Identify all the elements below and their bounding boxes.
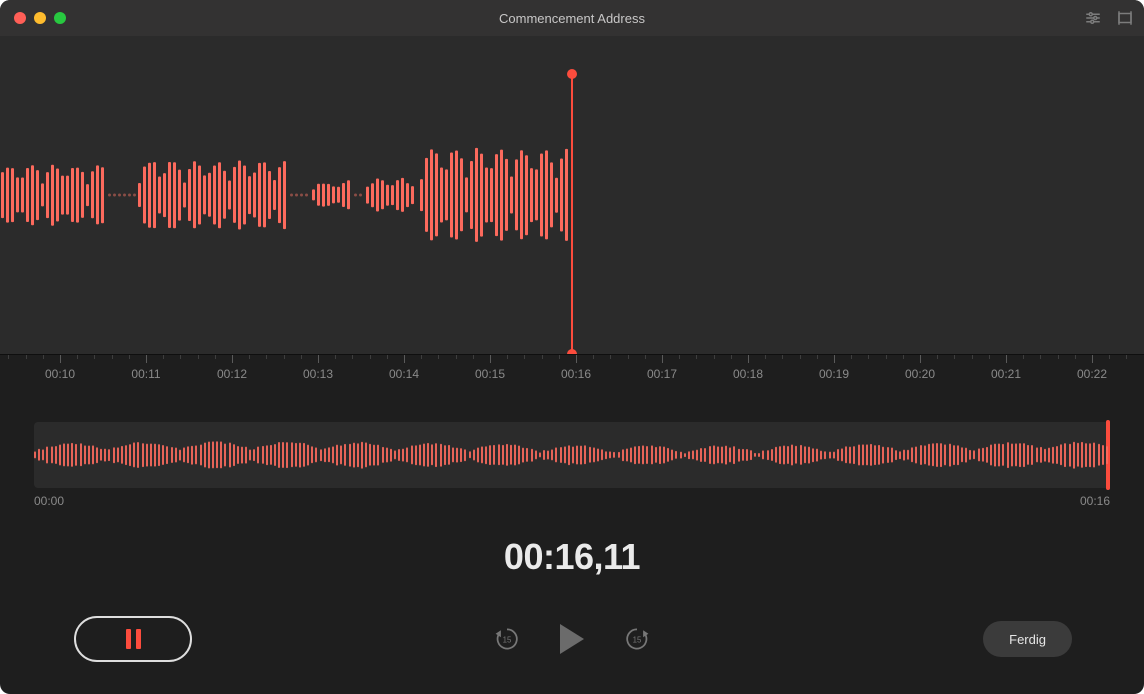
play-button[interactable] [560, 624, 584, 654]
window-controls [14, 12, 66, 24]
titlebar-right [1084, 0, 1134, 36]
titlebar: Commencement Address [0, 0, 1144, 36]
overview-end-time: 00:16 [1080, 494, 1110, 508]
ruler-label: 00:13 [303, 367, 333, 381]
ruler-label: 00:10 [45, 367, 75, 381]
ruler-label: 00:22 [1077, 367, 1107, 381]
center-controls: 15 15 [492, 624, 652, 654]
current-time-display: 00:16,11 [34, 536, 1110, 578]
ruler-label: 00:12 [217, 367, 247, 381]
window-title: Commencement Address [0, 11, 1144, 26]
lower-panel: 00:00 00:16 00:16,11 [0, 388, 1144, 578]
transport-controls: 15 15 Ferdig [0, 604, 1144, 674]
ruler-label: 00:16 [561, 367, 591, 381]
close-window-button[interactable] [14, 12, 26, 24]
ruler-label: 00:17 [647, 367, 677, 381]
ruler-label: 00:20 [905, 367, 935, 381]
waveform-overview[interactable] [34, 422, 1110, 488]
pause-icon [126, 629, 141, 649]
ruler-label: 00:21 [991, 367, 1021, 381]
waveform-detail[interactable] [0, 36, 1144, 354]
ruler-label: 00:14 [389, 367, 419, 381]
ruler-label: 00:18 [733, 367, 763, 381]
ruler-label: 00:11 [131, 367, 160, 381]
skip-forward-button[interactable]: 15 [622, 624, 652, 654]
ruler-label: 00:15 [475, 367, 505, 381]
settings-icon[interactable] [1084, 9, 1102, 27]
svg-text:15: 15 [503, 636, 512, 645]
svg-text:15: 15 [633, 636, 642, 645]
zoom-window-button[interactable] [54, 12, 66, 24]
playhead-handle-top[interactable] [567, 69, 577, 79]
app-window: Commencement Address 00 [0, 0, 1144, 694]
overview-start-time: 00:00 [34, 494, 64, 508]
ruler-label: 00:19 [819, 367, 849, 381]
pause-button[interactable] [74, 616, 192, 662]
minimize-window-button[interactable] [34, 12, 46, 24]
overview-labels: 00:00 00:16 [34, 494, 1110, 508]
done-button[interactable]: Ferdig [983, 621, 1072, 657]
timeline-ruler[interactable]: 00:10 00:11 00:12 00:13 00:14 00:15 00:16 00:17… [0, 354, 1144, 388]
playhead[interactable] [571, 74, 573, 354]
skip-back-button[interactable]: 15 [492, 624, 522, 654]
trim-icon[interactable] [1116, 9, 1134, 27]
